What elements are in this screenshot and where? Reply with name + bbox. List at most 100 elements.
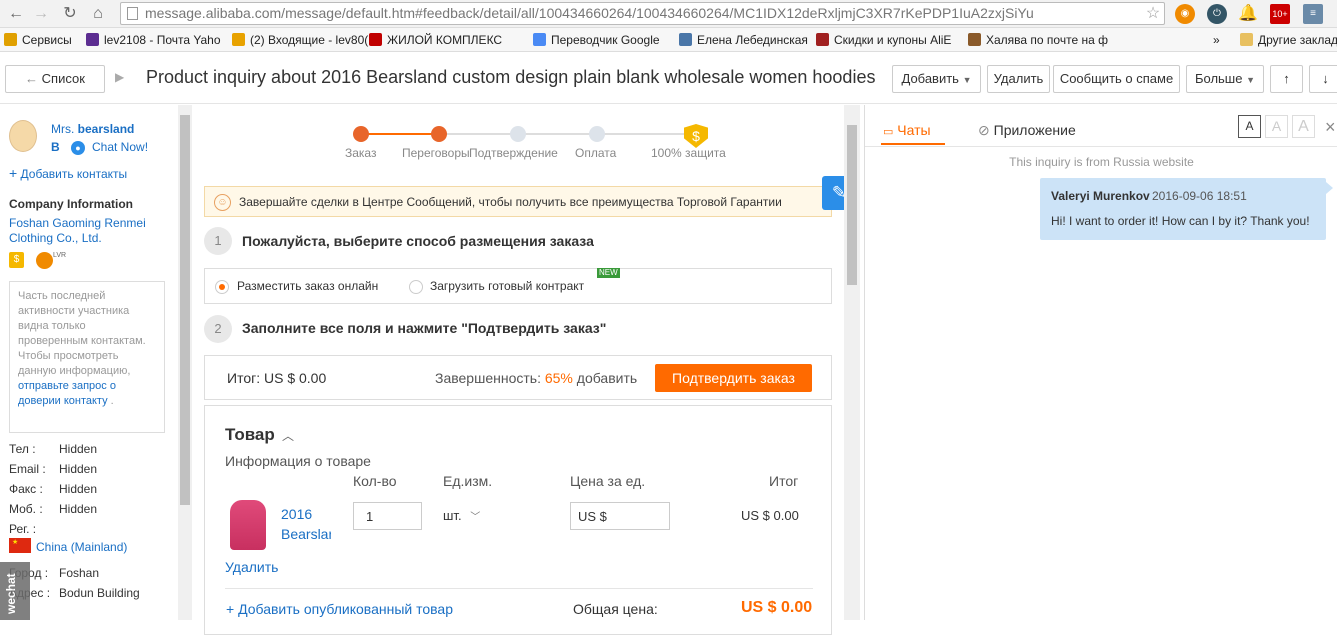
- unit-select[interactable]: шт. ﹀: [443, 508, 480, 523]
- message-header: ← Список ▶ Product inquiry about 2016 Be…: [0, 52, 1337, 104]
- message-time: 2016-09-06 18:51: [1152, 189, 1247, 203]
- unit-value: шт.: [443, 508, 462, 523]
- bookmark-item[interactable]: ЖИЛОЙ КОМПЛЕКС: [369, 32, 502, 48]
- goods-column-header: Итог: [769, 473, 799, 489]
- bookmarks-bar: Сервисы lev2108 - Почта Yaho (2) Входящие …: [0, 28, 1337, 52]
- goods-column-header: Ед.изм.: [443, 473, 493, 489]
- goods-title: Товар: [225, 425, 275, 444]
- region-value[interactable]: China (Mainland): [36, 540, 127, 554]
- report-spam-button[interactable]: Сообщить о спаме: [1053, 65, 1180, 93]
- progress-step-dot: [510, 126, 526, 142]
- back-arrow-icon[interactable]: ←: [6, 4, 26, 24]
- progress-step-label: Заказ: [345, 146, 377, 160]
- font-size-button[interactable]: A: [1292, 115, 1315, 138]
- font-size-button[interactable]: A: [1238, 115, 1261, 138]
- back-to-list-label: Список: [41, 71, 85, 86]
- folder-icon: [1240, 33, 1253, 46]
- product-thumbnail[interactable]: [230, 500, 266, 550]
- goods-column-header: Цена за ед.: [570, 473, 646, 489]
- company-heading: Company Information: [9, 197, 134, 211]
- step2-number: 2: [204, 315, 232, 343]
- bookmark-label: ЖИЛОЙ КОМПЛЕКС: [387, 33, 503, 47]
- bookmark-item[interactable]: Халява по почте на ф: [968, 32, 1108, 48]
- order-scrollbar-thumb[interactable]: [847, 125, 857, 285]
- url-text: message.alibaba.com/message/default.htm#…: [145, 5, 1034, 21]
- extension-orange-icon[interactable]: ◉: [1175, 4, 1195, 24]
- bookmark-favicon-icon: [369, 33, 382, 46]
- radio-online[interactable]: [215, 280, 229, 294]
- delete-product-link[interactable]: Удалить: [225, 559, 278, 575]
- radio-upload[interactable]: [409, 280, 423, 294]
- bookmark-label: Елена Лебединская: [697, 33, 808, 47]
- previous-message-button[interactable]: ↑: [1270, 65, 1303, 93]
- bookmark-favicon-icon: [816, 33, 829, 46]
- reload-icon[interactable]: ↻: [60, 4, 80, 24]
- extension-power-icon[interactable]: ⏻: [1207, 4, 1227, 24]
- avatar: [9, 120, 37, 152]
- extension-menu-icon[interactable]: ≡: [1303, 4, 1323, 24]
- address-bar[interactable]: message.alibaba.com/message/default.htm#…: [120, 2, 1165, 25]
- tab-chats[interactable]: ▭ Чаты: [883, 122, 931, 138]
- unit-price-input[interactable]: [570, 502, 670, 530]
- order-scrollbar[interactable]: [844, 105, 860, 620]
- close-icon[interactable]: ×: [1325, 117, 1336, 138]
- message-text: Hi! I want to order it! How can I by it?…: [1051, 214, 1310, 228]
- active-tab-underline: [881, 143, 945, 145]
- bookmark-item[interactable]: Скидки и купоны AliE: [816, 32, 951, 48]
- bookmark-item[interactable]: lev2108 - Почта Yaho: [86, 32, 221, 48]
- contact-field-value: Hidden: [59, 442, 98, 456]
- progress-line-pending: [439, 133, 689, 135]
- wechat-tab[interactable]: wechat: [0, 562, 30, 620]
- add-contacts-link[interactable]: + Добавить контакты: [9, 165, 127, 181]
- sidebar-scrollbar[interactable]: [178, 105, 192, 620]
- smile-icon: ☺: [214, 194, 231, 211]
- chat-now-link[interactable]: Chat Now!: [92, 140, 148, 154]
- font-size-button[interactable]: A: [1265, 115, 1288, 138]
- city-value: Foshan: [59, 566, 100, 580]
- home-icon[interactable]: ⌂: [88, 4, 108, 24]
- trust-request-link[interactable]: отправьте запрос о доверии контакту: [18, 380, 116, 407]
- bell-icon[interactable]: 🔔: [1238, 4, 1258, 24]
- sidebar-scrollbar-thumb[interactable]: [180, 115, 190, 505]
- back-to-list-button[interactable]: ← Список: [5, 65, 105, 93]
- company-name-link[interactable]: Foshan Gaoming Renmei Clothing Co., Ltd.: [9, 216, 169, 246]
- add-product-link[interactable]: + Добавить опубликованный товар: [226, 601, 453, 617]
- trade-assurance-banner: ☺ Завершайте сделки в Центре Сообщений, …: [204, 186, 832, 217]
- bookmark-favicon-icon: [232, 33, 245, 46]
- completeness-add-link[interactable]: добавить: [577, 370, 637, 386]
- other-bookmarks-folder[interactable]: Другие заклад: [1240, 32, 1337, 48]
- bookmark-item[interactable]: Елена Лебединская: [679, 32, 808, 48]
- bookmark-item[interactable]: Переводчик Google: [533, 32, 660, 48]
- delete-button[interactable]: Удалить: [987, 65, 1050, 93]
- bookmark-item[interactable]: (2) Входящие - lev80(: [232, 32, 368, 48]
- product-name-line1: 2016: [281, 506, 313, 522]
- contact-field-label: Факс :: [9, 482, 43, 496]
- more-dropdown-button[interactable]: Больше ▼: [1186, 65, 1264, 93]
- bookmark-label: (2) Входящие - lev80(: [250, 33, 369, 47]
- option-upload-label[interactable]: Загрузить готовый контракт: [430, 279, 584, 293]
- bookmark-favicon-icon: [968, 33, 981, 46]
- line-total: US $ 0.00: [741, 508, 799, 523]
- star-icon[interactable]: ☆: [1143, 4, 1163, 24]
- activity-notice: Часть последней активности участника вид…: [9, 281, 165, 433]
- forward-arrow-icon[interactable]: →: [31, 4, 51, 24]
- add-dropdown-button[interactable]: Добавить ▼: [892, 65, 981, 93]
- extension-red-icon[interactable]: 10+: [1270, 4, 1290, 24]
- confirm-order-button[interactable]: Подтвердить заказ: [655, 364, 812, 392]
- contact-name[interactable]: Mrs. bearsland: [51, 122, 134, 136]
- bookmark-item[interactable]: Сервисы: [4, 32, 72, 48]
- chevron-up-icon[interactable]: ︿: [282, 427, 294, 444]
- gold-supplier-icon: $: [9, 252, 24, 268]
- inquiry-origin-notice: This inquiry is from Russia website: [1009, 155, 1194, 169]
- quantity-input[interactable]: [353, 502, 422, 530]
- contact-field-label: Моб. :: [9, 502, 43, 516]
- chat-icon: ▭: [883, 126, 894, 138]
- product-name-link[interactable]: 2016 Bearslan: [281, 504, 331, 544]
- divider: [225, 588, 813, 589]
- more-bookmarks-button[interactable]: »: [1213, 32, 1220, 48]
- option-online-label[interactable]: Разместить заказ онлайн: [237, 279, 378, 293]
- chevron-down-icon: ▼: [962, 75, 972, 85]
- tab-attachment[interactable]: ⊘ Приложение: [978, 122, 1076, 139]
- next-message-button[interactable]: ↓: [1309, 65, 1337, 93]
- grand-total-label: Общая цена:: [573, 601, 658, 617]
